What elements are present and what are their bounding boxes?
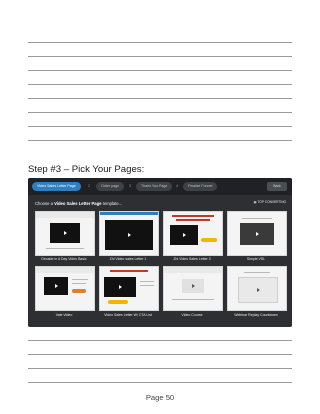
video-player — [44, 277, 68, 295]
play-icon — [192, 284, 195, 288]
template-header — [36, 212, 94, 218]
note-line — [28, 368, 292, 369]
text-line — [46, 248, 84, 249]
note-line — [28, 126, 292, 127]
note-line — [28, 354, 292, 355]
play-icon — [55, 284, 58, 288]
back-button[interactable]: Back — [267, 182, 287, 191]
prompt-text: Choose a — [35, 201, 55, 206]
play-icon — [257, 288, 260, 292]
prompt-text: template... — [101, 201, 123, 206]
text-line — [244, 272, 270, 273]
top-converting-filter[interactable]: ▦ TOP CONVERTING — [254, 200, 286, 204]
video-player — [240, 223, 274, 245]
template-card[interactable] — [163, 266, 223, 311]
template-title: Video Course — [181, 313, 203, 317]
note-line — [28, 42, 292, 43]
text-line — [242, 218, 272, 219]
step-number: 4 — [176, 184, 178, 188]
cta-button — [72, 289, 86, 293]
funnel-builder-screenshot: Video Sales Letter Page 2 Order page 3 T… — [28, 178, 292, 327]
step-label: Thank You Page — [141, 184, 168, 188]
template-card[interactable] — [99, 211, 159, 256]
video-player — [170, 225, 198, 245]
template-title: Video Sales Letter W/ CTA List — [104, 313, 152, 317]
filter-label: TOP CONVERTING — [257, 200, 286, 204]
step-video-sales-letter[interactable]: Video Sales Letter Page — [32, 182, 81, 191]
note-line — [28, 112, 292, 113]
headline — [172, 215, 214, 217]
play-icon — [119, 285, 122, 289]
video-player — [104, 277, 136, 297]
template-card[interactable] — [35, 266, 95, 311]
headline — [176, 219, 210, 221]
template-title: Vale Video — [55, 313, 73, 317]
text-line — [140, 285, 154, 286]
note-line — [28, 140, 292, 141]
step-label: Order page — [101, 184, 120, 188]
text-line — [172, 299, 214, 300]
prompt-bold-text: Video Sales Letter Page — [54, 201, 102, 206]
template-card[interactable] — [227, 211, 287, 256]
note-line — [28, 84, 292, 85]
cta-button — [108, 300, 128, 304]
play-icon — [128, 233, 131, 237]
note-line — [28, 382, 292, 383]
text-line — [72, 283, 86, 284]
video-player — [238, 277, 278, 303]
step-label: Finalize Funnel — [188, 184, 213, 188]
template-card[interactable] — [163, 211, 223, 256]
note-line — [28, 70, 292, 71]
step-thank-you-page[interactable]: Thank You Page — [136, 182, 173, 191]
page-number: Page 50 — [145, 393, 175, 402]
text-line — [72, 279, 88, 280]
step-bar: Video Sales Letter Page 2 Order page 3 T… — [28, 178, 292, 195]
template-card[interactable] — [35, 211, 95, 256]
step-finalize-funnel[interactable]: Finalize Funnel — [183, 182, 218, 191]
note-line — [28, 340, 292, 341]
note-line — [28, 98, 292, 99]
video-player — [50, 223, 80, 243]
template-card[interactable] — [227, 266, 287, 311]
play-icon — [183, 233, 186, 237]
headline — [110, 270, 148, 272]
step-number: 2 — [88, 184, 90, 188]
template-title: Simple VSL — [246, 257, 266, 261]
step-order-page[interactable]: Order page — [96, 182, 125, 191]
play-icon — [64, 231, 67, 235]
header-bar — [100, 212, 158, 215]
video-player — [182, 279, 204, 293]
choose-template-prompt: Choose a Video Sales Letter Page templat… — [35, 201, 122, 206]
template-header — [36, 267, 94, 273]
template-title: Decade in A Day Video Basic — [41, 257, 87, 261]
text-line — [140, 281, 154, 282]
video-player — [105, 220, 153, 250]
note-line — [28, 56, 292, 57]
step-number: 3 — [129, 184, 131, 188]
step-label: Video Sales Letter Page — [37, 184, 76, 188]
template-card[interactable] — [99, 266, 159, 311]
template-title: Zhi Video Sales Letter 3 — [173, 257, 211, 261]
section-heading: Step #3 – Pick Your Pages: — [28, 164, 145, 175]
template-header — [164, 267, 222, 273]
template-title: Zhi Video sales Letter 1 — [109, 257, 147, 261]
play-icon — [256, 232, 259, 236]
cta-button — [201, 238, 217, 242]
template-title: Webinar Replay Countdown — [234, 313, 278, 317]
